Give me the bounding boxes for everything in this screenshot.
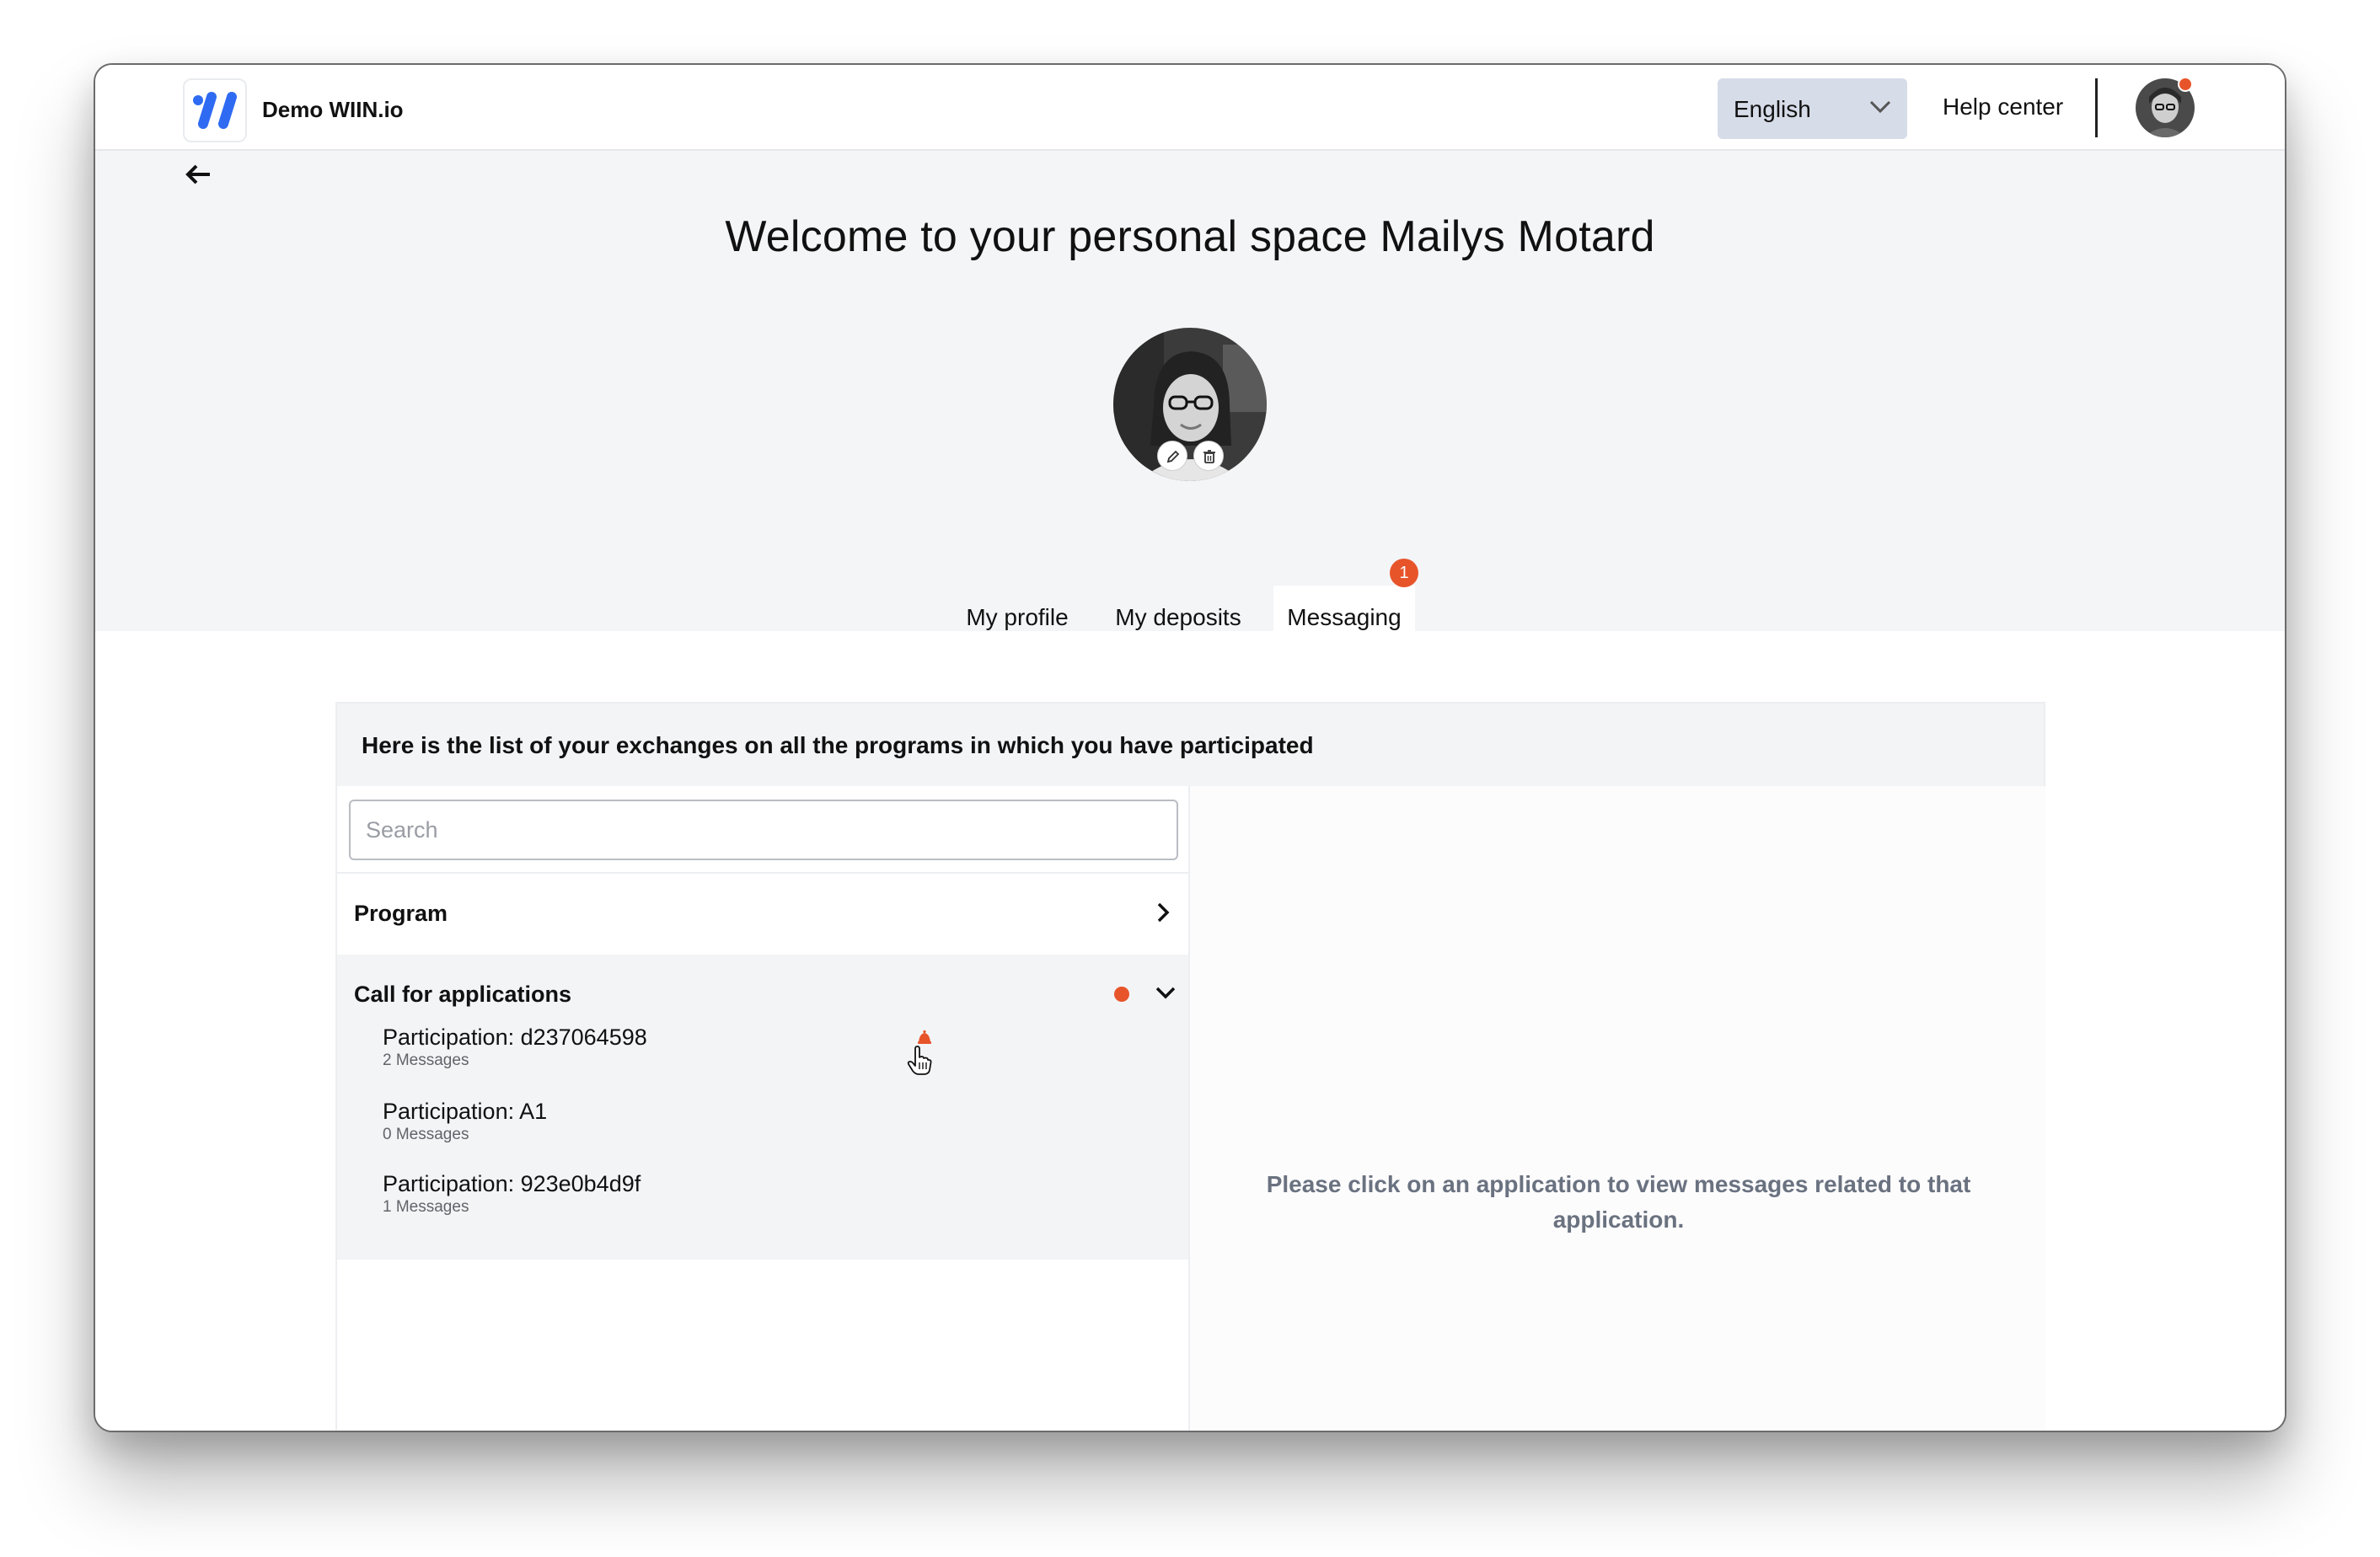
unread-dot: [1114, 987, 1129, 1002]
hand-cursor-icon: [907, 1046, 932, 1075]
app-name: Demo WIIN.io: [262, 97, 404, 122]
search-input[interactable]: [349, 800, 1178, 860]
profile-photo-image: [1113, 328, 1267, 481]
browser-window: Demo WIIN.io English Help center Welcome…: [94, 63, 2286, 1432]
pencil-icon: [1166, 450, 1180, 463]
language-select[interactable]: English: [1718, 78, 1907, 139]
delete-photo-button[interactable]: [1193, 441, 1224, 471]
messaging-panel: Here is the list of your exchanges on al…: [335, 702, 2045, 1431]
chevron-down-icon: [1869, 100, 1891, 114]
messaging-badge: 1: [1390, 559, 1418, 587]
group-program[interactable]: Program: [337, 874, 1188, 955]
page-title: Welcome to your personal space Mailys Mo…: [725, 212, 1655, 261]
group-label: Program: [354, 901, 448, 926]
list-item[interactable]: Participation: A1 0 Messages: [383, 1098, 547, 1145]
chevron-down-icon[interactable]: [1155, 985, 1177, 1002]
group-call-for-applications: Call for applications Participation: d23…: [337, 955, 1188, 1260]
message-count: 1 Messages: [383, 1198, 469, 1216]
trash-icon: [1203, 450, 1215, 463]
group-label[interactable]: Call for applications: [354, 982, 571, 1008]
tab-my-deposits[interactable]: My deposits: [1098, 586, 1258, 646]
tab-messaging[interactable]: Messaging: [1273, 586, 1415, 646]
top-header: Demo WIIN.io English Help center: [95, 65, 2285, 151]
list-item[interactable]: Participation: d237064598 2 Messages: [383, 1024, 647, 1071]
list-item[interactable]: Participation: 923e0b4d9f 1 Messages: [383, 1170, 641, 1217]
message-count: 0 Messages: [383, 1126, 469, 1143]
message-view: Please click on an application to view m…: [1192, 786, 2045, 1431]
messaging-intro-text: Here is the list of your exchanges on al…: [362, 732, 1314, 758]
avatar-notification-dot: [2178, 77, 2193, 92]
header-divider: [2095, 78, 2098, 137]
profile-photo: [1113, 328, 1267, 481]
participation-title: Participation: A1: [383, 1099, 548, 1124]
messaging-content: Here is the list of your exchanges on al…: [95, 631, 2285, 1431]
chevron-right-icon: [1157, 902, 1170, 923]
help-center-link[interactable]: Help center: [1943, 94, 2063, 120]
tab-my-profile[interactable]: My profile: [950, 586, 1085, 646]
wiin-logo-icon: [193, 92, 237, 129]
conversation-list: Program Call for applications Participat…: [337, 786, 1190, 1431]
language-select-value: English: [1734, 96, 1811, 122]
edit-photo-button[interactable]: [1157, 441, 1187, 471]
message-count: 2 Messages: [383, 1051, 469, 1069]
panel-header: Here is the list of your exchanges on al…: [337, 704, 2044, 786]
participation-title: Participation: d237064598: [383, 1025, 647, 1050]
participation-title: Participation: 923e0b4d9f: [383, 1171, 641, 1196]
empty-state-message: Please click on an application to view m…: [1266, 1171, 1971, 1233]
wiin-logo[interactable]: [183, 78, 247, 142]
back-arrow-icon[interactable]: [185, 162, 213, 187]
